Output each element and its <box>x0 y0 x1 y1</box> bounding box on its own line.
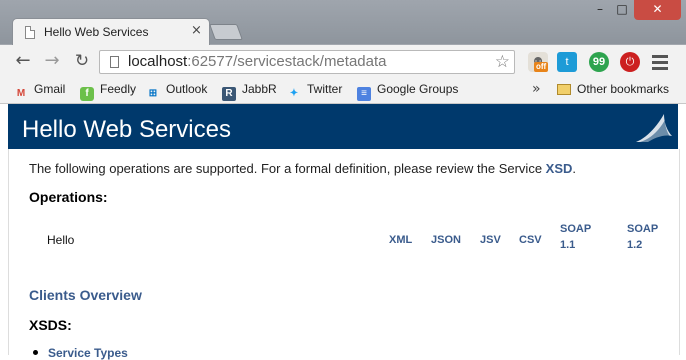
maximize-button[interactable]: □ <box>612 0 632 20</box>
bookmark-jabbr[interactable]: R JabbR <box>222 82 277 101</box>
soap12-line1: SOAP <box>627 223 659 235</box>
outlook-icon: ⊞ <box>148 88 158 99</box>
reload-button[interactable]: ↻ <box>70 48 94 74</box>
chrome-menu-icon[interactable] <box>652 52 668 72</box>
bookmark-gmail[interactable]: M Gmail <box>14 82 66 101</box>
more-bookmarks-chevron-icon[interactable]: » <box>532 81 541 97</box>
bookmark-feedly[interactable]: f Feedly <box>80 82 136 101</box>
bookmark-label: Feedly <box>100 82 137 96</box>
format-jsv-link[interactable]: JSV <box>480 232 501 248</box>
block-extension-icon[interactable]: ⏻ <box>620 52 640 72</box>
twitter-icon: ✦ <box>289 88 299 99</box>
operations-heading: Operations: <box>29 189 108 205</box>
bookmark-label: Gmail <box>34 82 66 96</box>
soap11-line2: 1.1 <box>560 239 576 251</box>
other-bookmarks-label: Other bookmarks <box>577 82 670 96</box>
operation-name: Hello <box>47 233 75 247</box>
hangouts-extension-icon[interactable]: 99 <box>589 52 609 72</box>
xsd-list-item: Service Types <box>33 346 128 360</box>
format-soap12-link[interactable]: SOAP 1.2 <box>627 221 658 253</box>
address-bar[interactable]: localhost:62577/servicestack/metadata ☆ <box>99 50 515 74</box>
bookmark-twitter[interactable]: ✦ Twitter <box>287 82 343 101</box>
extension-off-badge: off <box>534 62 549 72</box>
clients-overview-link[interactable]: Clients Overview <box>29 287 142 303</box>
format-soap11-link[interactable]: SOAP 1.1 <box>560 221 591 253</box>
format-json-link[interactable]: JSON <box>431 232 461 248</box>
bookmark-label: JabbR <box>242 82 277 96</box>
close-window-button[interactable]: ✕ <box>634 0 681 20</box>
xsd-link[interactable]: XSD <box>546 161 573 176</box>
page-header: Hello Web Services <box>8 104 678 149</box>
bookmark-label: Google Groups <box>377 82 459 96</box>
page-favicon-icon <box>25 26 35 39</box>
browser-chrome: Hello Web Services × – □ ✕ ← → ↻ localho… <box>0 0 686 104</box>
bookmarks-bar: M Gmail f Feedly ⊞ Outlook R JabbR ✦ Twitter … <box>0 79 686 104</box>
bookmark-outlook[interactable]: ⊞ Outlook <box>146 82 208 101</box>
other-bookmarks-folder[interactable]: Other bookmarks <box>557 82 669 96</box>
intro-text: The following operations are supported. … <box>29 161 576 176</box>
extension-off-icon[interactable]: ⚉off <box>528 52 549 72</box>
tab-hello-web-services[interactable]: Hello Web Services × <box>12 18 210 46</box>
page-title: Hello Web Services <box>22 116 231 143</box>
format-xml-link[interactable]: XML <box>389 232 412 248</box>
url-host: localhost <box>128 53 188 70</box>
bookmark-star-icon[interactable]: ☆ <box>495 52 510 72</box>
service-types-link[interactable]: Service Types <box>48 346 128 360</box>
address-url[interactable]: localhost:62577/servicestack/metadata <box>128 53 386 70</box>
bullet-icon <box>33 350 38 355</box>
intro-period: . <box>572 161 577 176</box>
tab-close-icon[interactable]: × <box>191 23 202 38</box>
twitter-extension-icon[interactable]: t <box>557 52 577 72</box>
url-path: :62577/servicestack/metadata <box>187 53 387 70</box>
servicestack-logo-icon <box>636 114 672 142</box>
intro-body: The following operations are supported. … <box>29 161 546 176</box>
metadata-content: The following operations are supported. … <box>8 149 680 360</box>
page-icon <box>110 56 119 68</box>
soap11-line1: SOAP <box>560 223 592 235</box>
browser-toolbar: ← → ↻ localhost:62577/servicestack/metad… <box>0 45 686 79</box>
tab-title: Hello Web Services <box>44 25 149 39</box>
folder-icon <box>557 84 571 95</box>
new-tab-button[interactable] <box>209 24 243 40</box>
title-bar: Hello Web Services × – □ ✕ <box>0 0 686 46</box>
bookmark-label: Twitter <box>307 82 343 96</box>
xsds-heading: XSDS: <box>29 317 72 333</box>
bookmark-label: Outlook <box>166 82 208 96</box>
jabbr-icon: R <box>222 87 236 101</box>
feedly-icon: f <box>80 87 94 101</box>
bookmark-google-groups[interactable]: ≡ Google Groups <box>357 82 458 101</box>
back-button[interactable]: ← <box>11 48 35 74</box>
minimize-button[interactable]: – <box>590 0 610 20</box>
google-groups-icon: ≡ <box>357 87 371 101</box>
format-csv-link[interactable]: CSV <box>519 232 542 248</box>
soap12-line2: 1.2 <box>627 239 643 251</box>
gmail-icon: M <box>16 88 26 99</box>
forward-button[interactable]: → <box>40 48 64 74</box>
